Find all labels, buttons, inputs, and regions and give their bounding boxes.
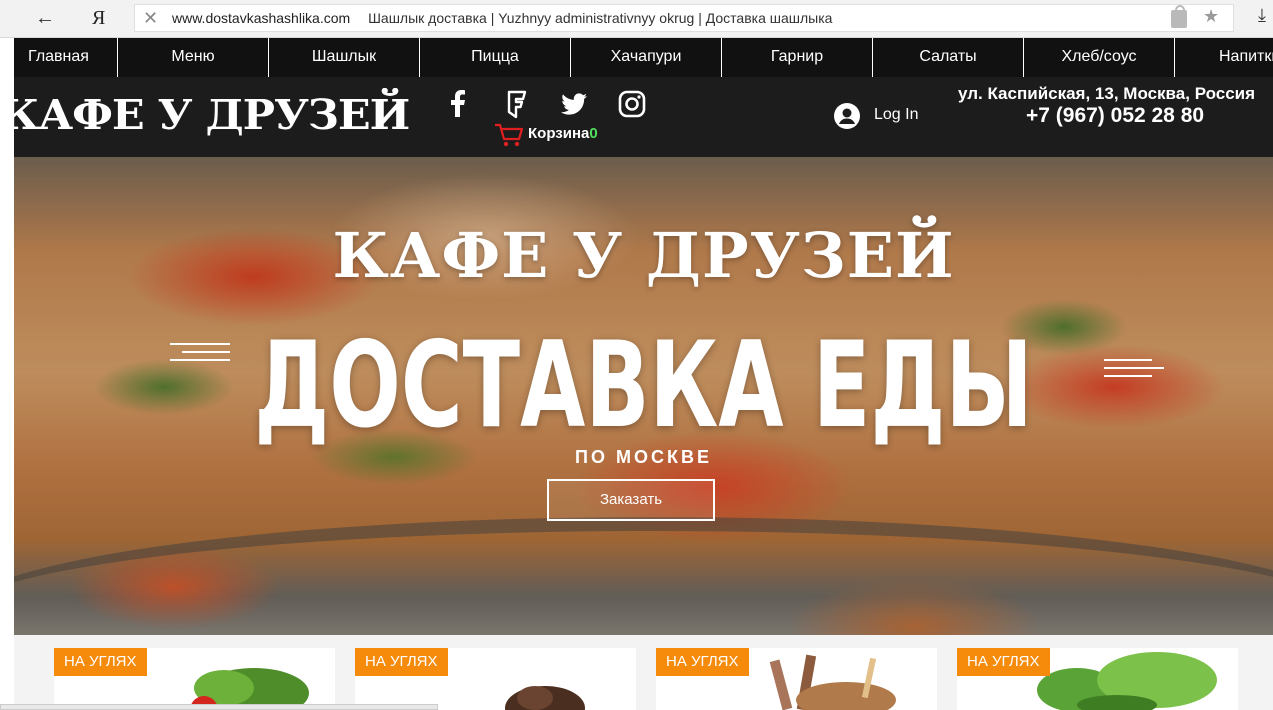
nav-item-drinks[interactable]: Напитки: [1175, 38, 1273, 77]
facebook-icon[interactable]: [443, 89, 473, 119]
hero-title: КАФЕ У ДРУЗЕЙ: [332, 219, 955, 292]
food-image: [1037, 652, 1217, 710]
foursquare-icon[interactable]: [502, 89, 532, 119]
status-badge: НА УГЛЯХ: [54, 648, 147, 676]
cart-text: Корзина: [528, 125, 590, 142]
hero-banner: КАФЕ У ДРУЗЕЙ ДОСТАВКА ЕДЫ ПО МОСКВЕ Зак…: [14, 157, 1273, 635]
status-badge: НА УГЛЯХ: [355, 648, 448, 676]
product-card[interactable]: НА УГЛЯХ: [355, 648, 636, 710]
nav-item-pizza[interactable]: Пицца: [420, 38, 571, 77]
nav-item-bread-sauce[interactable]: Хлеб/соус: [1024, 38, 1175, 77]
cart-label: Корзина0: [528, 125, 598, 142]
lock-icon[interactable]: [1171, 5, 1187, 28]
yandex-icon[interactable]: Я: [92, 6, 114, 30]
nav-item-khachapuri[interactable]: Хачапури: [571, 38, 722, 77]
status-badge: НА УГЛЯХ: [656, 648, 749, 676]
speed-lines-right-icon: [1104, 359, 1164, 383]
nav-item-menu[interactable]: Меню: [118, 38, 269, 77]
url-text: www.dostavkashashlika.com Шашлык доставк…: [172, 10, 832, 26]
login-label: Log In: [874, 106, 919, 123]
site-logo[interactable]: КАФЕ У ДРУЗЕЙ: [0, 91, 410, 139]
nav-item-garnish[interactable]: Гарнир: [722, 38, 873, 77]
download-icon[interactable]: ⤓: [1258, 5, 1266, 26]
product-cards: НА УГЛЯХ НА УГЛЯХ НА УГЛЯХ НА УГЛЯХ: [14, 635, 1273, 710]
bookmark-star-icon[interactable]: ★: [1203, 6, 1219, 27]
order-button[interactable]: Заказать: [547, 479, 715, 521]
food-image: [769, 654, 896, 710]
back-button[interactable]: ←: [30, 7, 60, 29]
product-card[interactable]: НА УГЛЯХ: [957, 648, 1238, 710]
cart-link[interactable]: Корзина0: [494, 122, 598, 148]
hero-subtitle: ДОСТАВКА ЕДЫ: [254, 317, 1033, 455]
user-avatar-icon: [834, 103, 860, 129]
address-bar[interactable]: ✕ www.dostavkashashlika.com Шашлык доста…: [134, 4, 1234, 32]
url-domain: www.dostavkashashlika.com: [172, 10, 351, 26]
horizontal-scrollbar[interactable]: [0, 704, 438, 710]
browser-toolbar: ← Я ✕ www.dostavkashashlika.com Шашлык д…: [0, 0, 1273, 38]
close-icon[interactable]: ✕: [143, 7, 158, 29]
food-image: [505, 686, 585, 710]
twitter-icon[interactable]: [559, 89, 589, 119]
phone-number[interactable]: +7 (967) 052 28 80: [1026, 104, 1204, 128]
cart-icon: [495, 123, 524, 147]
address-text: ул. Каспийская, 13, Москва, Россия: [958, 84, 1256, 103]
instagram-icon[interactable]: [617, 89, 647, 119]
nav-item-home[interactable]: Главная: [0, 38, 118, 77]
main-nav: Главная Меню Шашлык Пицца Хачапури Гарни…: [14, 38, 1273, 77]
nav-item-salads[interactable]: Салаты: [873, 38, 1024, 77]
cart-count: 0: [589, 125, 598, 142]
page-title-text: Шашлык доставка | Yuzhnyy administrativn…: [368, 10, 833, 26]
product-card[interactable]: НА УГЛЯХ: [656, 648, 937, 710]
nav-item-shashlik[interactable]: Шашлык: [269, 38, 420, 77]
product-card[interactable]: НА УГЛЯХ: [54, 648, 335, 710]
status-badge: НА УГЛЯХ: [957, 648, 1050, 676]
hero-city: ПО МОСКВЕ: [575, 447, 712, 467]
site-header: КАФЕ У ДРУЗЕЙ Корзина0 Log In ул. Каспий…: [0, 77, 1273, 157]
